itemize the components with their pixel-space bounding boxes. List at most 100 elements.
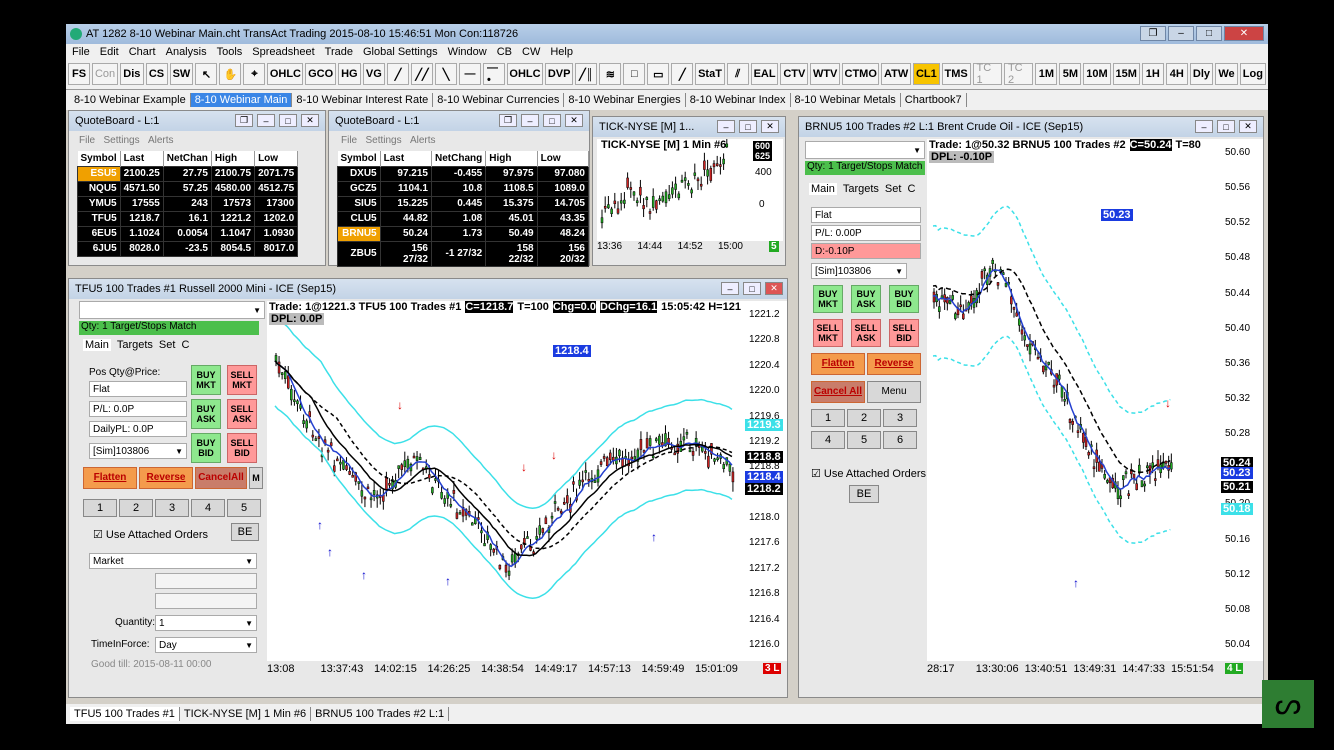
close-button[interactable]: ✕ bbox=[1224, 26, 1264, 41]
menu-tools[interactable]: Tools bbox=[217, 46, 243, 58]
tf-chart[interactable]: ↓ ↓ ↓ ↑ ↑ ↑ ↑ ↑ Trade: 1@1221.3 TFU5 100 Trades… bbox=[267, 301, 745, 661]
menu-chart[interactable]: Chart bbox=[129, 46, 156, 58]
restore-icon[interactable]: ❐ bbox=[235, 114, 253, 127]
tab-c[interactable]: C bbox=[181, 339, 189, 351]
close-icon[interactable]: ✕ bbox=[565, 114, 583, 127]
buy-ask-button[interactable]: BUY ASK bbox=[851, 285, 881, 313]
table-row[interactable]: 6JU5 8028.0 -23.5 8054.5 8017.0 bbox=[77, 240, 299, 257]
column-header[interactable]: Last bbox=[120, 151, 164, 166]
toolbar-button-gco[interactable]: GCO bbox=[305, 63, 336, 85]
chart-tab[interactable]: 8-10 Webinar Currencies bbox=[433, 93, 565, 107]
toolbar-button-tc-2[interactable]: TC 2 bbox=[1003, 62, 1034, 86]
qty-button-4[interactable]: 4 bbox=[811, 431, 845, 449]
draw-tool-icon[interactable]: ▭ bbox=[647, 63, 670, 85]
price-field-1[interactable] bbox=[155, 573, 257, 589]
tif-dropdown[interactable]: Day ▼ bbox=[155, 637, 257, 653]
sell-bid-button[interactable]: SELL BID bbox=[227, 433, 257, 463]
toolbar-button-log[interactable]: Log bbox=[1239, 63, 1266, 85]
alerts-menu[interactable]: Alerts bbox=[410, 135, 436, 146]
maximize-icon[interactable]: □ bbox=[743, 282, 761, 295]
menu-cw[interactable]: CW bbox=[522, 46, 540, 58]
tab-targets[interactable]: Targets bbox=[117, 339, 153, 351]
chart-tab[interactable]: Chartbook7 bbox=[901, 93, 967, 107]
toolbar-button-ctv[interactable]: CTV bbox=[780, 63, 809, 85]
table-row[interactable]: SIU5 15.225 0.445 15.375 14.705 bbox=[337, 195, 590, 212]
menu-trade[interactable]: Trade bbox=[325, 46, 353, 58]
symbol-dropdown[interactable]: ▼ bbox=[805, 141, 925, 159]
menu-help[interactable]: Help bbox=[550, 46, 573, 58]
draw-tool-icon[interactable]: ↖ bbox=[195, 63, 218, 85]
toolbar-button-tms[interactable]: TMS bbox=[941, 63, 971, 85]
toolbar-button-10m[interactable]: 10M bbox=[1083, 63, 1111, 85]
flatten-button[interactable]: Flatten bbox=[811, 353, 865, 375]
toolbar-button-ohlc[interactable]: OHLC bbox=[507, 63, 543, 85]
minimize-icon[interactable]: – bbox=[521, 114, 539, 127]
column-header[interactable]: Low bbox=[254, 151, 299, 166]
toolbar-button-stat[interactable]: StaT bbox=[695, 63, 725, 85]
menu-analysis[interactable]: Analysis bbox=[166, 46, 207, 58]
close-icon[interactable]: ✕ bbox=[765, 282, 783, 295]
reverse-button[interactable]: Reverse bbox=[139, 467, 193, 489]
draw-tool-icon[interactable]: □ bbox=[623, 63, 646, 85]
column-header[interactable]: Symbol bbox=[77, 151, 121, 166]
column-header[interactable]: Last bbox=[380, 151, 433, 166]
draw-tool-icon[interactable]: ╱╱ bbox=[411, 63, 433, 85]
menu-cb[interactable]: CB bbox=[497, 46, 512, 58]
buy-mkt-button[interactable]: BUY MKT bbox=[813, 285, 843, 313]
toolbar-button-1h[interactable]: 1H bbox=[1141, 63, 1164, 85]
toolbar-button-ohlc[interactable]: OHLC bbox=[267, 63, 304, 85]
settings-menu[interactable]: Settings bbox=[103, 135, 139, 146]
tab-main[interactable]: Main bbox=[809, 183, 837, 195]
column-header[interactable]: High bbox=[485, 151, 538, 166]
tab-set[interactable]: Set bbox=[885, 183, 902, 195]
brn-chart[interactable]: ↓ ↑ Trade: 1@50.32 BRNU5 100 Trades #2 C=… bbox=[927, 139, 1221, 661]
toolbar-button-atw[interactable]: ATW bbox=[881, 63, 912, 85]
restore-icon[interactable]: ❐ bbox=[1140, 26, 1166, 41]
taskbar-window-tab[interactable]: BRNU5 100 Trades #2 L:1 bbox=[311, 707, 450, 721]
menu-edit[interactable]: Edit bbox=[100, 46, 119, 58]
qty-button-3[interactable]: 3 bbox=[155, 499, 189, 517]
qty-button-3[interactable]: 3 bbox=[883, 409, 917, 427]
table-row[interactable]: BRNU5 50.24 1.73 50.49 48.24 bbox=[337, 225, 590, 242]
reverse-button[interactable]: Reverse bbox=[867, 353, 921, 375]
qty-button-5[interactable]: 5 bbox=[227, 499, 261, 517]
tab-main[interactable]: Main bbox=[83, 339, 111, 351]
close-icon[interactable]: ✕ bbox=[761, 120, 779, 133]
close-icon[interactable]: ✕ bbox=[301, 114, 319, 127]
draw-tool-icon[interactable]: ≋ bbox=[599, 63, 622, 85]
table-row[interactable]: ESU5 2100.25 27.75 2100.75 2071.75 bbox=[77, 165, 299, 182]
tab-c[interactable]: C bbox=[907, 183, 915, 195]
minimize-icon[interactable]: – bbox=[1195, 120, 1213, 133]
buy-bid-button[interactable]: BUY BID bbox=[889, 285, 919, 313]
toolbar-button-hg[interactable]: HG bbox=[337, 63, 361, 85]
flatten-button[interactable]: Flatten bbox=[83, 467, 137, 489]
table-row[interactable]: ZBU5 156 27/32 -1 27/32 158 22/32 156 20/32 bbox=[337, 240, 590, 267]
table-row[interactable]: YMU5 17555 243 17573 17300 bbox=[77, 195, 299, 212]
draw-tool-icon[interactable]: ╲ bbox=[435, 63, 457, 85]
account-dropdown[interactable]: [Sim]103806 ▼ bbox=[89, 443, 187, 459]
order-type-dropdown[interactable]: Market ▼ bbox=[89, 553, 257, 569]
maximize-icon[interactable]: □ bbox=[739, 120, 757, 133]
chart-tab[interactable]: 8-10 Webinar Main bbox=[190, 93, 293, 107]
menu-global-settings[interactable]: Global Settings bbox=[363, 46, 438, 58]
file-menu[interactable]: File bbox=[341, 135, 357, 146]
toolbar-button-wtv[interactable]: WTV bbox=[810, 63, 841, 85]
file-menu[interactable]: File bbox=[79, 135, 95, 146]
draw-tool-icon[interactable]: ╱ bbox=[671, 63, 694, 85]
toolbar-button-dly[interactable]: Dly bbox=[1189, 63, 1214, 85]
toolbar-button-dis[interactable]: Dis bbox=[120, 63, 144, 85]
table-row[interactable]: TFU5 1218.7 16.1 1221.2 1202.0 bbox=[77, 210, 299, 227]
sell-ask-button[interactable]: SELL ASK bbox=[227, 399, 257, 429]
qty-button-4[interactable]: 4 bbox=[191, 499, 225, 517]
column-header[interactable]: NetChang bbox=[431, 151, 487, 166]
tab-set[interactable]: Set bbox=[159, 339, 176, 351]
price-field-2[interactable] bbox=[155, 593, 257, 609]
chart-tab[interactable]: 8-10 Webinar Energies bbox=[564, 93, 686, 107]
draw-tool-icon[interactable]: ✋ bbox=[219, 63, 242, 85]
qty-button-2[interactable]: 2 bbox=[119, 499, 153, 517]
column-header[interactable]: Symbol bbox=[337, 151, 381, 166]
menu-file[interactable]: File bbox=[72, 46, 90, 58]
toolbar-button-fs[interactable]: FS bbox=[68, 63, 90, 85]
quantity-dropdown[interactable]: 1 ▼ bbox=[155, 615, 257, 631]
attached-orders-checkbox[interactable]: ☑ Use Attached Orders bbox=[93, 528, 208, 541]
